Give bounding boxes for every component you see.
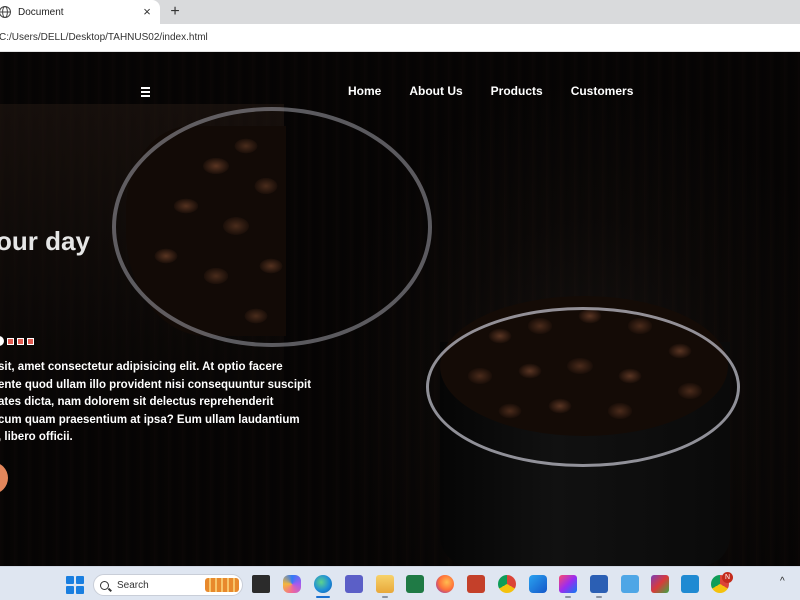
browser-tab-bar: Document × + <box>0 0 800 24</box>
nav-about-us[interactable]: About Us <box>409 84 462 98</box>
chevron-up-icon[interactable]: ^ <box>780 576 785 587</box>
file-explorer-icon[interactable] <box>376 575 394 593</box>
notification-badge: N <box>722 572 733 583</box>
address-url[interactable]: C:/Users/DELL/Desktop/TAHNUS02/index.htm… <box>0 32 208 43</box>
coffee-cup-rim <box>426 307 740 467</box>
carousel-dot[interactable] <box>7 337 14 345</box>
hero-text-line: ente quod ullam illo provident nisi cons… <box>0 378 312 391</box>
address-bar[interactable]: C:/Users/DELL/Desktop/TAHNUS02/index.htm… <box>0 24 800 52</box>
windows-taskbar: Search N ^ <box>0 566 800 600</box>
main-nav: Home About Us Products Customers <box>348 84 633 98</box>
app-hex-icon[interactable] <box>529 575 547 593</box>
search-label: Search <box>117 579 149 591</box>
word-icon[interactable] <box>590 575 608 593</box>
file-explorer-indicator <box>382 596 388 598</box>
widgets-icon[interactable] <box>252 575 270 593</box>
hamburger-menu-icon[interactable] <box>141 86 153 98</box>
chrome-icon[interactable] <box>498 575 516 593</box>
hero-description: sit, amet consectetur adipisicing elit. … <box>0 359 312 447</box>
nav-products[interactable]: Products <box>491 84 543 98</box>
hero-text-line: sit, amet consectetur adipisicing elit. … <box>0 361 283 373</box>
hero-text-line: cum quam praesentium at ipsa? Eum ullam … <box>0 413 300 426</box>
carousel-dots <box>0 336 34 346</box>
browser-tab[interactable]: Document × <box>0 0 160 24</box>
carousel-dot-active[interactable] <box>0 336 4 346</box>
globe-icon <box>0 5 12 19</box>
search-highlight-icon <box>205 578 239 592</box>
edge-icon[interactable] <box>314 575 332 593</box>
close-tab-icon[interactable]: × <box>140 5 154 19</box>
nav-home[interactable]: Home <box>348 84 381 98</box>
powerpoint-icon[interactable] <box>467 575 485 593</box>
edge-active-indicator <box>316 596 330 598</box>
tab-title: Document <box>18 6 64 18</box>
coffee-cup-rim-left <box>112 107 432 347</box>
hero-background <box>0 52 800 566</box>
hero-text-line: , libero officii. <box>0 431 73 443</box>
copilot-icon[interactable] <box>283 575 301 593</box>
nav-customers[interactable]: Customers <box>571 84 634 98</box>
windows-start-icon[interactable] <box>66 576 84 594</box>
taskbar-search[interactable]: Search <box>93 574 243 596</box>
firefox-icon[interactable] <box>436 575 454 593</box>
intellij-indicator <box>565 596 571 598</box>
teams-icon[interactable] <box>345 575 363 593</box>
hero-heading: our day <box>0 226 90 256</box>
vscode-icon[interactable] <box>681 575 699 593</box>
intellij-icon[interactable] <box>559 575 577 593</box>
search-icon <box>100 580 109 590</box>
new-tab-button[interactable]: + <box>166 3 184 21</box>
notepad-icon[interactable] <box>621 575 639 593</box>
winrar-icon[interactable] <box>651 575 669 593</box>
carousel-dot[interactable] <box>27 337 34 345</box>
word-indicator <box>596 596 602 598</box>
excel-icon[interactable] <box>406 575 424 593</box>
hero-text-line: ates dicta, nam dolorem sit delectus rep… <box>0 396 274 408</box>
carousel-dot[interactable] <box>17 337 24 345</box>
